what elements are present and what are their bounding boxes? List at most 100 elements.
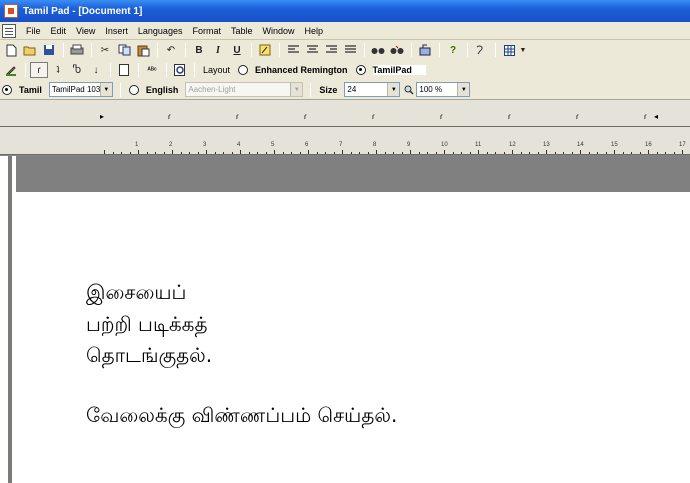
- ruler-number: 6: [305, 142, 309, 148]
- menu-view[interactable]: View: [72, 26, 101, 36]
- tab-stop[interactable]: ɾ: [440, 112, 443, 121]
- ruler-minor-tick: [597, 152, 598, 154]
- new-icon[interactable]: [2, 42, 20, 58]
- cut-icon[interactable]: ✂: [96, 42, 114, 58]
- document-icon[interactable]: [2, 23, 16, 38]
- ruler[interactable]: ▸ ɾ ɾ ɾ ɾ ɾ ɾ ɾ ɾ ◂ 1 2 3 4 5 6 7 8 9 10 11 12 13 14 1…: [0, 100, 690, 156]
- ruler-minor-tick: [427, 152, 428, 154]
- english-label[interactable]: English: [146, 85, 179, 95]
- chevron-down-icon[interactable]: ▼: [387, 83, 400, 96]
- ruler-minor-tick: [393, 152, 394, 154]
- left-margin-marker[interactable]: ▸: [100, 112, 104, 121]
- app-icon[interactable]: [4, 4, 18, 18]
- separator: [310, 82, 312, 97]
- table-icon[interactable]: [500, 42, 518, 58]
- table-dropdown-icon[interactable]: ▼: [519, 42, 527, 58]
- help-icon[interactable]: ?: [444, 42, 462, 58]
- menu-help[interactable]: Help: [301, 26, 330, 36]
- justify-icon[interactable]: [341, 42, 359, 58]
- layout-enhanced-remington-radio[interactable]: [238, 65, 249, 75]
- tab-stop[interactable]: ɾ: [236, 112, 239, 121]
- chevron-down-icon[interactable]: ▼: [290, 83, 303, 96]
- ruler-minor-tick: [350, 152, 352, 154]
- ruler-minor-tick: [639, 152, 641, 154]
- font-style-3-button[interactable]: Ⴊ: [68, 62, 86, 78]
- save-icon[interactable]: [40, 42, 58, 58]
- size-select[interactable]: 24 ▼: [344, 82, 401, 97]
- font-style-2-button[interactable]: ʇ: [49, 62, 67, 78]
- ruler-minor-tick: [418, 152, 420, 154]
- highlight-icon[interactable]: [256, 42, 274, 58]
- tab-stop[interactable]: ɾ: [304, 112, 307, 121]
- right-margin-marker[interactable]: ◂: [654, 112, 658, 121]
- chevron-down-icon[interactable]: ▼: [457, 83, 470, 96]
- undo-icon[interactable]: ↶: [162, 42, 180, 58]
- preview-icon[interactable]: [171, 62, 189, 78]
- replace-icon[interactable]: [388, 42, 406, 58]
- layout-label: Layout: [203, 65, 231, 75]
- chevron-down-icon[interactable]: ▼: [99, 83, 112, 96]
- open-icon[interactable]: [21, 42, 39, 58]
- tab-stop[interactable]: ɾ: [168, 112, 171, 121]
- menu-format[interactable]: Format: [188, 26, 227, 36]
- keyboard-icon[interactable]: [416, 42, 434, 58]
- blank-page-icon[interactable]: [115, 62, 133, 78]
- ruler-number: 4: [237, 142, 241, 148]
- layout-enhanced-remington-label[interactable]: Enhanced Remington: [255, 65, 348, 75]
- tamil-radio[interactable]: [2, 84, 12, 95]
- document-line-1[interactable]: இசையைப்: [86, 280, 186, 307]
- document-line-3[interactable]: தொடங்குதல்.: [86, 343, 212, 370]
- menu-window[interactable]: Window: [258, 26, 300, 36]
- ruler-number: 3: [203, 142, 207, 148]
- document-line-4[interactable]: வேலைக்கு விண்ணப்பம் செய்தல்.: [86, 403, 397, 430]
- menu-table[interactable]: Table: [227, 26, 259, 36]
- ruler-number: 14: [577, 142, 584, 148]
- abc-spell-icon[interactable]: ᴬᴮᶜ: [143, 62, 161, 78]
- tamil-font-select[interactable]: TamilPad 103 ▼: [48, 82, 113, 97]
- ruler-number: 10: [441, 142, 448, 148]
- find-icon[interactable]: [369, 42, 387, 58]
- layout-tamilpad-label[interactable]: TamilPad: [372, 65, 426, 75]
- zoom-select[interactable]: 100 % ▼: [416, 82, 471, 97]
- arrow-down-icon[interactable]: ↓: [87, 62, 105, 78]
- bold-button[interactable]: B: [190, 42, 208, 58]
- ruler-minor-tick: [112, 152, 114, 154]
- ruler-minor-tick: [537, 152, 539, 154]
- ruler-minor-tick: [384, 152, 386, 154]
- ruler-minor-tick: [282, 152, 284, 154]
- font-style-1-button[interactable]: ɾ: [30, 62, 48, 78]
- english-radio[interactable]: [128, 84, 139, 95]
- menu-languages[interactable]: Languages: [134, 26, 189, 36]
- tab-stop[interactable]: ɾ: [372, 112, 375, 121]
- align-left-icon[interactable]: [284, 42, 302, 58]
- tab-stop[interactable]: ɾ: [508, 112, 511, 121]
- ruler-minor-tick: [673, 152, 675, 154]
- spell-check-icon[interactable]: [472, 42, 490, 58]
- paste-icon[interactable]: [134, 42, 152, 58]
- tab-stop[interactable]: ɾ: [576, 112, 579, 121]
- menu-edit[interactable]: Edit: [47, 26, 73, 36]
- tab-stop[interactable]: ɾ: [644, 112, 647, 121]
- underline-button[interactable]: U: [228, 42, 246, 58]
- align-center-icon[interactable]: [303, 42, 321, 58]
- separator: [439, 43, 440, 57]
- tamil-label[interactable]: Tamil: [19, 85, 42, 95]
- separator: [279, 43, 280, 57]
- menu-insert[interactable]: Insert: [101, 26, 134, 36]
- english-font-select[interactable]: Aachen-Light ▼: [185, 82, 304, 97]
- document-line-2[interactable]: பற்றி படிக்கத்: [86, 312, 207, 339]
- ruler-minor-tick: [571, 152, 573, 154]
- ruler-tick: [478, 150, 479, 154]
- copy-icon[interactable]: [115, 42, 133, 58]
- title-bar[interactable]: Tamil Pad - [Document 1]: [0, 0, 690, 22]
- align-right-icon[interactable]: [322, 42, 340, 58]
- ruler-number: 12: [509, 142, 516, 148]
- pencil-icon[interactable]: [2, 62, 20, 78]
- italic-button[interactable]: I: [209, 42, 227, 58]
- ruler-minor-tick: [129, 152, 131, 154]
- ruler-minor-tick: [486, 152, 488, 154]
- print-icon[interactable]: [68, 42, 86, 58]
- menu-file[interactable]: File: [22, 26, 47, 36]
- layout-tamilpad-radio[interactable]: [355, 65, 366, 75]
- ruler-number: 15: [611, 142, 618, 148]
